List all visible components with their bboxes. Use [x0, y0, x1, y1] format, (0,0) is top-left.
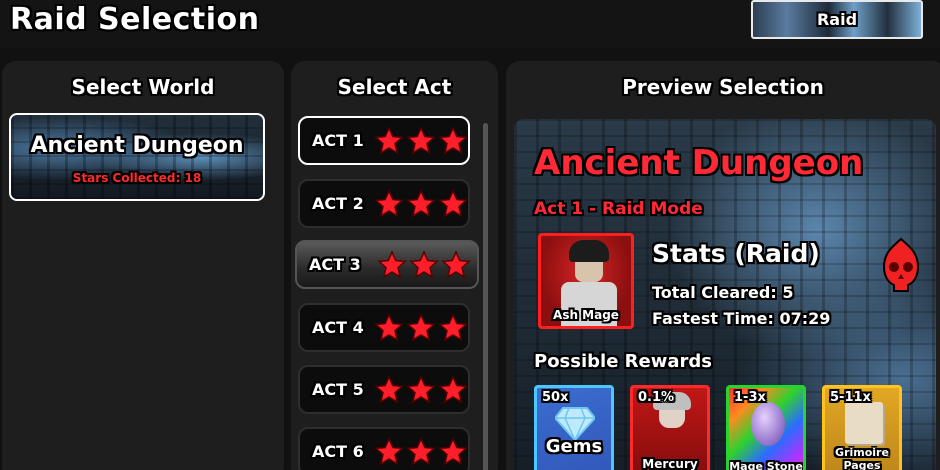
- reward-qty: 1-3x: [734, 390, 766, 405]
- reward-name: Gems: [545, 436, 603, 457]
- act-button-5[interactable]: ACT 5: [298, 365, 470, 414]
- preview-selection-panel: Preview Selection Ancient Dungeon Act 1 …: [506, 61, 940, 470]
- star-icon: [406, 374, 436, 403]
- star-icon: [374, 188, 404, 217]
- star-icon: [374, 436, 404, 465]
- act-label: ACT 1: [312, 131, 364, 150]
- act-label: ACT 2: [312, 194, 364, 213]
- raid-mode-button[interactable]: Raid: [751, 0, 923, 39]
- grimoire-pages-icon: [845, 402, 883, 444]
- star-icon: [438, 374, 468, 403]
- star-icon: [438, 125, 468, 154]
- star-icon: [406, 436, 436, 465]
- star-icon: [374, 374, 404, 403]
- reward-name: Grimoire Pages: [835, 446, 889, 470]
- preview-selection-heading: Preview Selection: [622, 75, 824, 99]
- unit-name: Ash Mage: [553, 308, 619, 322]
- act-button-2[interactable]: ACT 2: [298, 179, 470, 228]
- act-label: ACT 6: [312, 442, 364, 461]
- star-icon: [406, 188, 436, 217]
- reward-qty: 0.1%: [638, 390, 675, 405]
- preview-act-subtitle: Act 1 - Raid Mode: [534, 199, 703, 219]
- star-icon: [406, 125, 436, 154]
- act-stars: [374, 125, 468, 156]
- act-button-6[interactable]: ACT 6: [298, 427, 470, 470]
- unit-portrait-card: Ash Mage: [538, 233, 634, 329]
- star-icon: [438, 436, 468, 465]
- world-stars-collected: Stars Collected: 18: [72, 171, 202, 185]
- reward-name: Mercury: [642, 457, 698, 470]
- act-stars: [374, 436, 468, 467]
- unit-hair: [569, 240, 609, 262]
- star-icon: [374, 312, 404, 341]
- star-icon: [438, 312, 468, 341]
- star-icon: [409, 249, 439, 278]
- reward-name: Mage Stone: [729, 460, 803, 470]
- stats-title: Stats (Raid): [652, 239, 820, 268]
- act-stars: [377, 249, 471, 280]
- reward-qty: 5-11x: [830, 390, 871, 405]
- act-button-4[interactable]: ACT 4: [298, 303, 470, 352]
- reward-gems[interactable]: 50x Gems: [534, 385, 614, 470]
- world-card-ancient-dungeon[interactable]: Ancient Dungeon Stars Collected: 18: [9, 113, 265, 201]
- act-button-1[interactable]: ACT 1: [298, 116, 470, 165]
- select-act-panel: Select Act ACT 1 ACT 2 ACT 3 ACT 4 ACT 5…: [291, 61, 498, 470]
- reward-qty: 50x: [542, 390, 569, 405]
- act-label: ACT 4: [312, 318, 364, 337]
- act-stars: [374, 374, 468, 405]
- select-act-heading: Select Act: [337, 75, 452, 99]
- total-cleared: Total Cleared: 5: [652, 283, 794, 302]
- raid-mode-label: Raid: [816, 10, 858, 29]
- top-bar: Raid Selection Raid: [0, 0, 940, 48]
- fastest-time: Fastest Time: 07:29: [652, 309, 831, 328]
- star-icon: [374, 125, 404, 154]
- star-icon: [441, 249, 471, 278]
- mage-stone-icon: [751, 402, 785, 446]
- reward-mage-stone[interactable]: 1-3x Mage Stone: [726, 385, 806, 470]
- act-stars: [374, 312, 468, 343]
- act-label: ACT 3: [309, 255, 361, 274]
- page-title: Raid Selection: [10, 2, 260, 37]
- possible-rewards-title: Possible Rewards: [534, 351, 713, 372]
- act-label: ACT 5: [312, 380, 364, 399]
- raid-skull-icon: [882, 237, 920, 292]
- gem-icon: [555, 407, 595, 440]
- act-list-scrollbar[interactable]: [483, 123, 488, 470]
- act-button-3[interactable]: ACT 3: [295, 240, 479, 289]
- reward-grimoire-pages[interactable]: 5-11x Grimoire Pages: [822, 385, 902, 470]
- preview-world-title: Ancient Dungeon: [534, 143, 864, 183]
- star-icon: [377, 249, 407, 278]
- select-world-panel: Select World Ancient Dungeon Stars Colle…: [2, 61, 284, 470]
- star-icon: [438, 188, 468, 217]
- preview-card: Ancient Dungeon Act 1 - Raid Mode Ash Ma…: [514, 119, 936, 470]
- world-name: Ancient Dungeon: [30, 133, 244, 158]
- act-stars: [374, 188, 468, 219]
- select-world-heading: Select World: [71, 75, 215, 99]
- star-icon: [406, 312, 436, 341]
- reward-mercury[interactable]: 0.1% Mercury: [630, 385, 710, 470]
